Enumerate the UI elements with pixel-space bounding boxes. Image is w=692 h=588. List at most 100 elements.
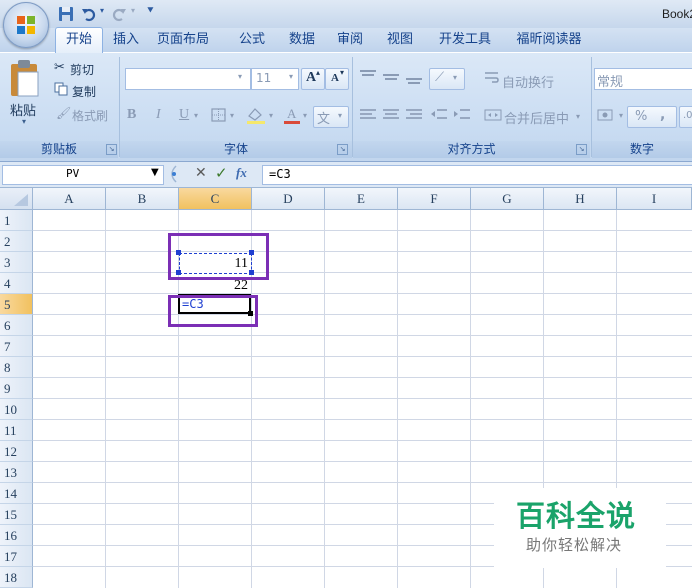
row-header-9[interactable]: 9 [0, 378, 33, 399]
column-header-g[interactable]: G [471, 188, 544, 210]
tab-data[interactable]: 数据 [280, 28, 324, 52]
redo-icon[interactable] [110, 5, 128, 23]
align-middle-icon[interactable] [381, 68, 401, 86]
row-header-18[interactable]: 18 [0, 567, 33, 588]
row-header-6[interactable]: 6 [0, 315, 33, 336]
row-header-5[interactable]: 5 [0, 294, 33, 315]
tab-insert[interactable]: 插入 [106, 28, 146, 52]
cancel-formula-button[interactable]: ✕ [195, 165, 207, 181]
orientation-button[interactable]: ⟋ ▾ [429, 68, 465, 90]
tab-formulas[interactable]: 公式 [230, 28, 274, 52]
align-bottom-icon[interactable] [404, 68, 424, 86]
column-header-d[interactable]: D [252, 188, 325, 210]
font-color-dropdown-icon[interactable]: ▾ [303, 111, 307, 120]
tab-foxit-reader[interactable]: 福昕阅读器 [506, 28, 592, 52]
gridline [33, 398, 692, 399]
fill-color-dropdown-icon[interactable]: ▾ [269, 111, 273, 120]
column-header-c[interactable]: C [179, 188, 252, 210]
tab-review[interactable]: 审阅 [330, 28, 370, 52]
merge-center-dropdown-icon[interactable]: ▾ [576, 112, 580, 121]
save-icon[interactable] [57, 5, 75, 23]
row-header-8[interactable]: 8 [0, 357, 33, 378]
phonetic-dropdown-icon: ▾ [338, 111, 343, 120]
font-name-combo[interactable] [125, 68, 251, 90]
row-header-15[interactable]: 15 [0, 504, 33, 525]
gridline [33, 377, 692, 378]
tab-home[interactable]: 开始 [55, 27, 103, 54]
border-dropdown-icon[interactable]: ▾ [230, 111, 234, 120]
grow-font-button[interactable]: A ▴ [301, 68, 325, 90]
gridline [33, 419, 692, 420]
office-button[interactable] [3, 2, 49, 48]
comma-button[interactable]: , [660, 107, 665, 123]
align-left-icon[interactable] [358, 106, 378, 124]
column-header-e[interactable]: E [325, 188, 398, 210]
alignment-launcher-icon[interactable]: ↘ [576, 144, 587, 155]
row-header-14[interactable]: 14 [0, 483, 33, 504]
tab-view[interactable]: 视图 [380, 28, 420, 52]
gridline [33, 314, 692, 315]
row-header-17[interactable]: 17 [0, 546, 33, 567]
percent-button[interactable]: % [635, 109, 647, 124]
font-color-icon[interactable]: A [282, 106, 302, 124]
row-header-12[interactable]: 12 [0, 441, 33, 462]
fill-color-icon[interactable] [245, 106, 267, 124]
row-header-1[interactable]: 1 [0, 210, 33, 231]
font-name-dropdown-icon[interactable]: ▾ [238, 72, 242, 81]
underline-button[interactable]: U [179, 107, 189, 123]
clipboard-launcher-icon[interactable]: ↘ [106, 144, 117, 155]
formula-input[interactable] [262, 165, 692, 185]
cut-button[interactable]: 剪切 [70, 61, 94, 78]
underline-dropdown-icon[interactable]: ▾ [194, 111, 198, 120]
column-header-h[interactable]: H [544, 188, 617, 210]
bold-button[interactable]: B [127, 107, 136, 123]
increase-decimal-button[interactable]: .0 [679, 106, 692, 128]
format-painter-button[interactable]: 格式刷 [72, 107, 108, 124]
percent-comma-group: % , [627, 106, 677, 128]
tab-page-layout[interactable]: 页面布局 [148, 28, 218, 52]
insert-function-button[interactable]: fx [236, 165, 247, 181]
font-size-dropdown-icon[interactable]: ▾ [289, 72, 293, 81]
decrease-indent-icon[interactable] [429, 106, 449, 124]
row-header-10[interactable]: 10 [0, 399, 33, 420]
shrink-font-button[interactable]: A ▾ [325, 68, 349, 90]
formula-bar-splitter-icon[interactable] [166, 164, 180, 184]
italic-button[interactable]: I [156, 107, 161, 123]
name-box[interactable] [2, 165, 164, 185]
column-header-f[interactable]: F [398, 188, 471, 210]
align-top-icon[interactable] [358, 68, 378, 86]
align-right-icon[interactable] [404, 106, 424, 124]
cell-c4-value: 22 [234, 278, 248, 293]
phonetic-button[interactable]: 文 ▾ [313, 106, 349, 128]
merge-center-button[interactable]: 合并后居中 [504, 108, 569, 127]
row-header-16[interactable]: 16 [0, 525, 33, 546]
redo-dropdown-icon[interactable]: ▾ [131, 6, 135, 15]
column-header-a[interactable]: A [33, 188, 106, 210]
row-header-4[interactable]: 4 [0, 273, 33, 294]
row-header-3[interactable]: 3 [0, 252, 33, 273]
row-header-13[interactable]: 13 [0, 462, 33, 483]
annotation-box-c5 [168, 295, 258, 327]
tab-developer[interactable]: 开发工具 [431, 28, 499, 52]
increase-indent-icon[interactable] [452, 106, 472, 124]
name-box-dropdown-icon[interactable]: ▼ [151, 167, 159, 178]
font-launcher-icon[interactable]: ↘ [337, 144, 348, 155]
paste-icon[interactable] [8, 58, 42, 98]
row-header-7[interactable]: 7 [0, 336, 33, 357]
column-header-i[interactable]: I [617, 188, 692, 210]
paste-dropdown-icon[interactable]: ▾ [22, 117, 26, 126]
copy-button[interactable]: 复制 [72, 83, 96, 100]
row-header-11[interactable]: 11 [0, 420, 33, 441]
row-header-2[interactable]: 2 [0, 231, 33, 252]
currency-dropdown-icon[interactable]: ▾ [619, 111, 623, 120]
undo-icon[interactable] [80, 5, 98, 23]
enter-formula-button[interactable]: ✓ [215, 164, 228, 182]
currency-icon[interactable] [596, 106, 618, 124]
border-icon[interactable] [210, 107, 228, 123]
column-header-b[interactable]: B [106, 188, 179, 210]
undo-dropdown-icon[interactable]: ▾ [100, 6, 104, 15]
align-center-icon[interactable] [381, 106, 401, 124]
customize-qat-icon[interactable]: ⯆ [146, 4, 155, 18]
select-all-corner[interactable] [0, 188, 33, 210]
wrap-text-button[interactable]: 自动换行 [502, 72, 554, 91]
